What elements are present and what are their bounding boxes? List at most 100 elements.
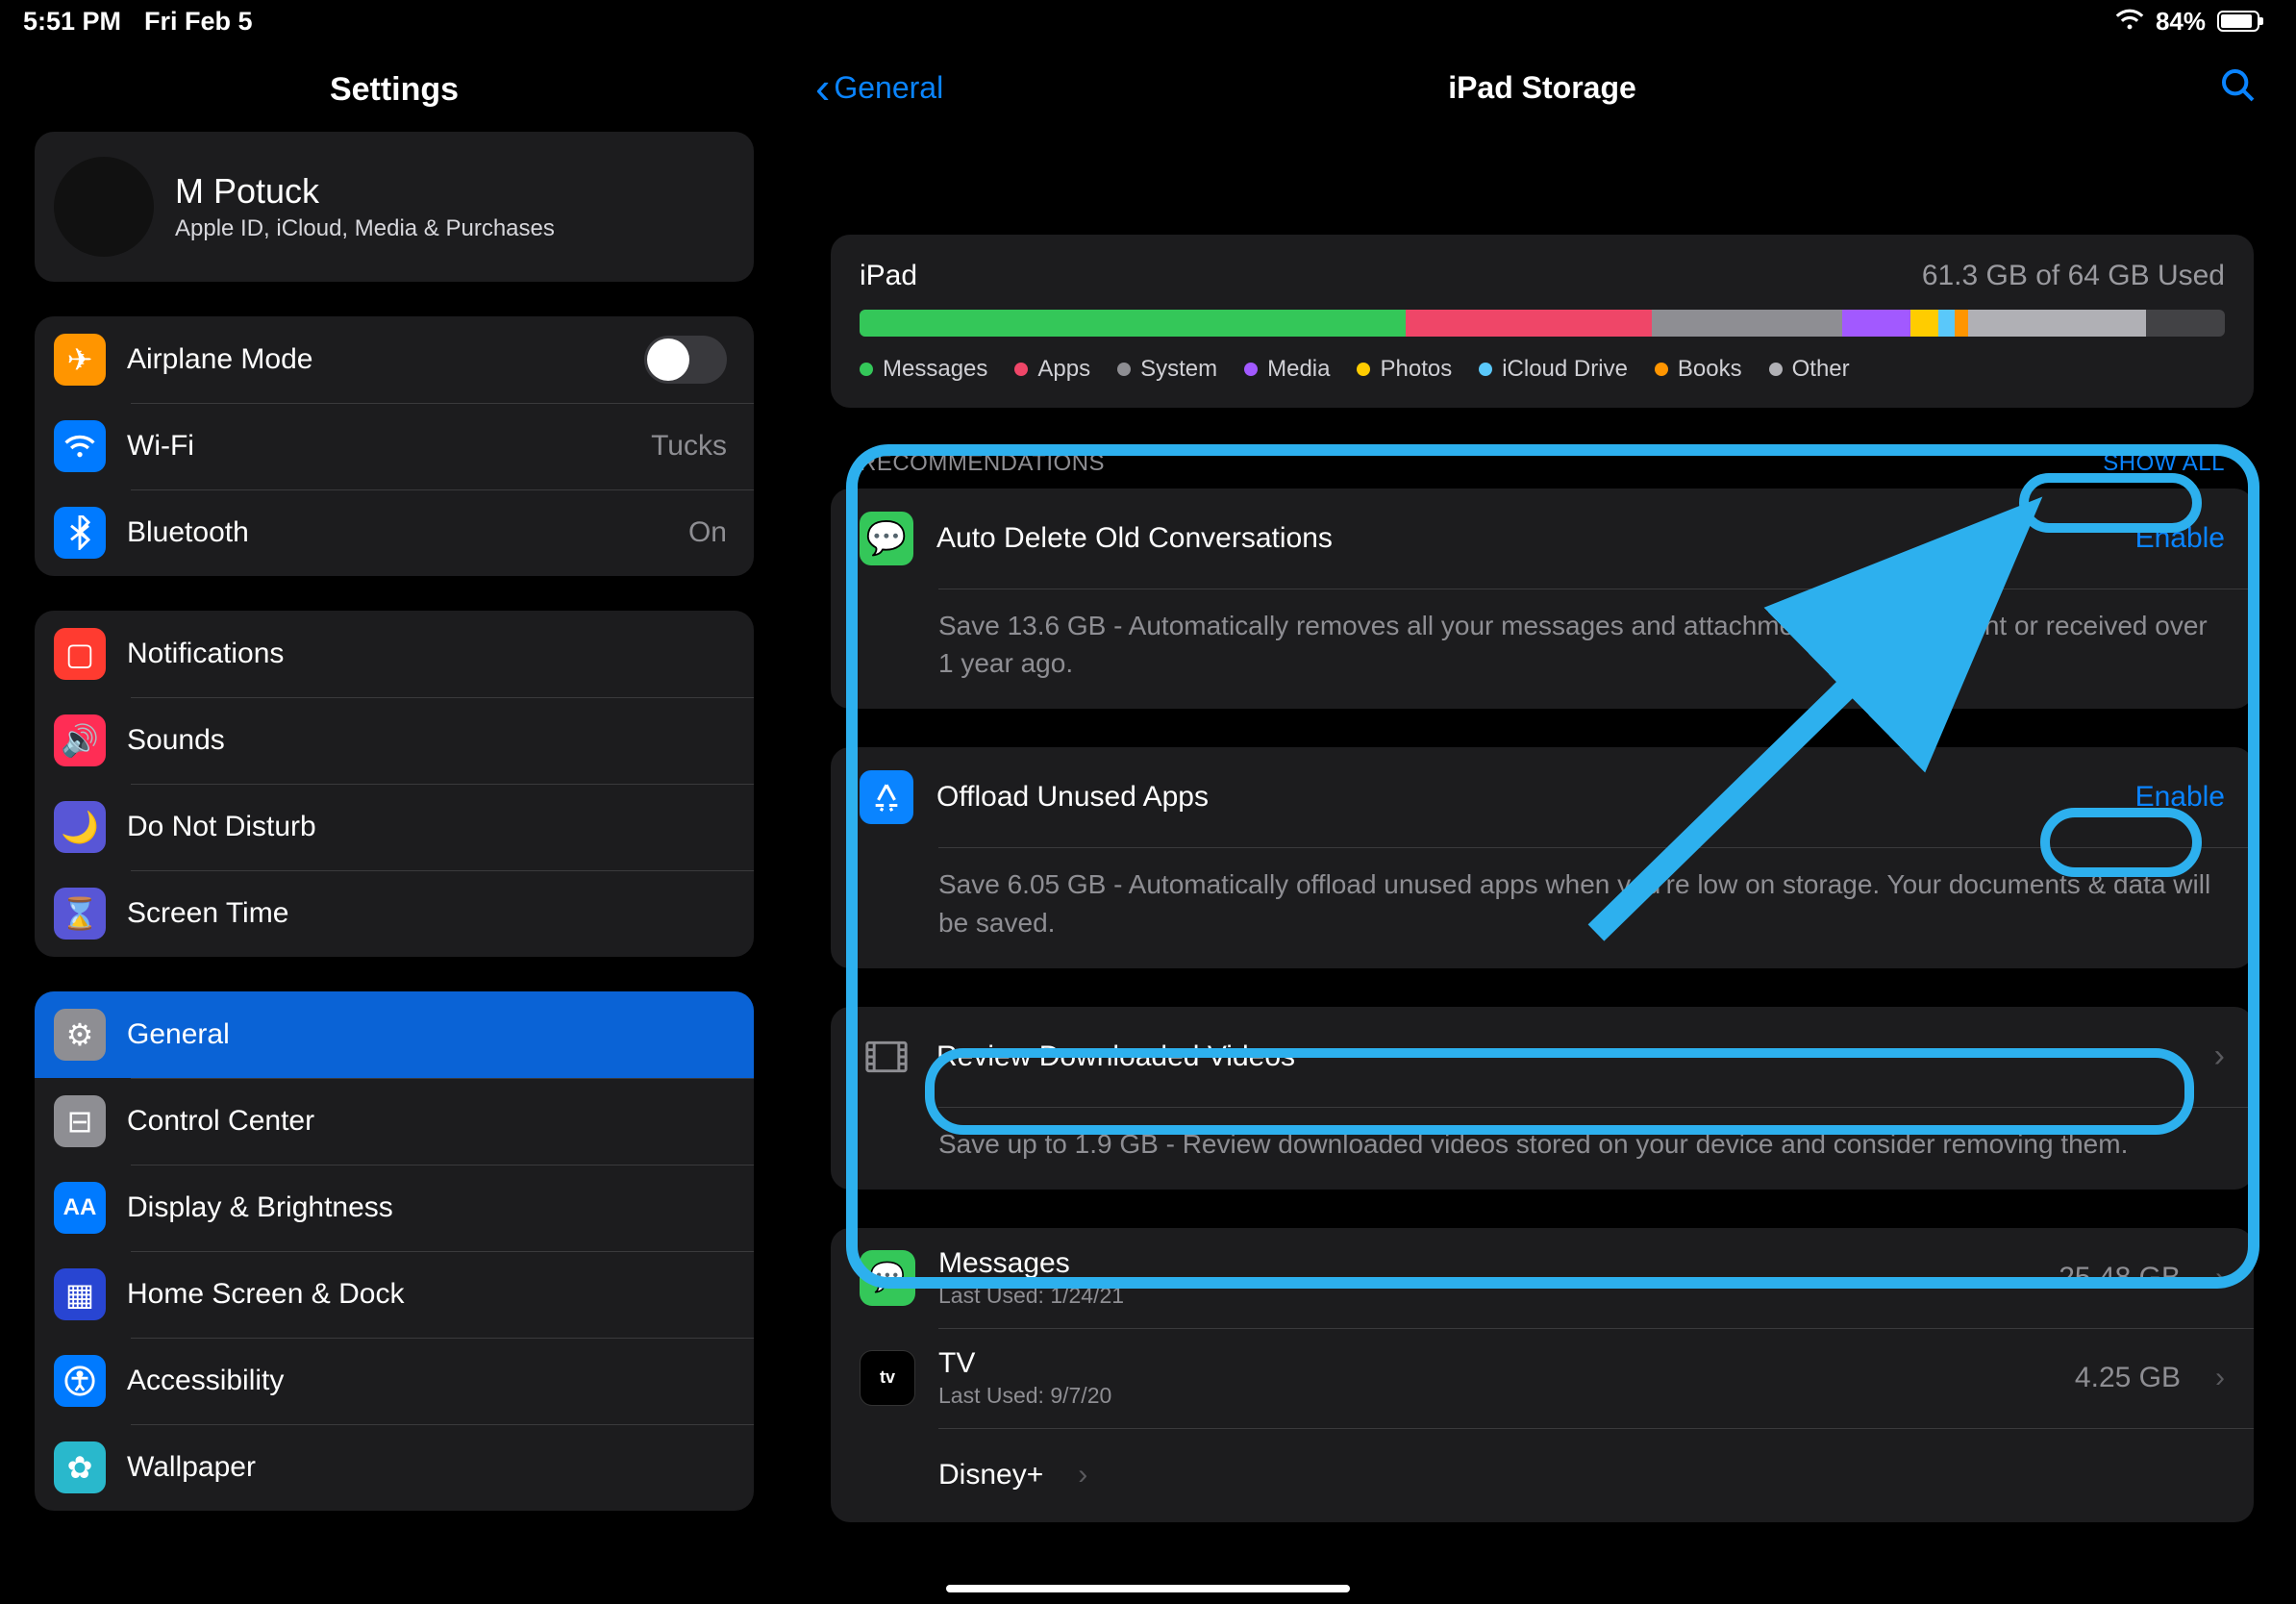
- app-row[interactable]: Disney+ ›: [831, 1428, 2254, 1522]
- control-center-label: Control Center: [127, 1105, 314, 1138]
- notifications-icon: ▢: [54, 628, 106, 680]
- page-title: iPad Storage: [788, 70, 2296, 106]
- chevron-right-icon: ›: [2215, 1262, 2225, 1294]
- home-icon: ▦: [54, 1268, 106, 1320]
- rec-auto-delete-row[interactable]: 💬 Auto Delete Old Conversations Enable: [831, 489, 2254, 589]
- tv-icon: tv: [860, 1350, 915, 1406]
- airplane-icon: ✈: [54, 334, 106, 386]
- app-sub: Last Used: 9/7/20: [938, 1383, 1111, 1409]
- status-date: Fri Feb 5: [144, 7, 253, 37]
- screentime-label: Screen Time: [127, 897, 288, 930]
- status-bar: 5:51 PM Fri Feb 5 84%: [0, 0, 2296, 42]
- sounds-row[interactable]: 🔊 Sounds: [35, 697, 754, 784]
- legend-item: Media: [1244, 356, 1330, 383]
- wallpaper-label: Wallpaper: [127, 1451, 256, 1484]
- sounds-label: Sounds: [127, 724, 225, 757]
- general-card: ⚙ General ⊟Control Center AADisplay & Bri…: [35, 991, 754, 1511]
- rec-offload-title: Offload Unused Apps: [936, 781, 1209, 814]
- legend-item: System: [1117, 356, 1217, 383]
- battery-icon: [2217, 11, 2259, 32]
- dnd-row[interactable]: 🌙Do Not Disturb: [35, 784, 754, 870]
- chevron-right-icon: ›: [1078, 1459, 1087, 1491]
- messages-icon: 💬: [860, 1250, 915, 1306]
- accessibility-row[interactable]: Accessibility: [35, 1338, 754, 1424]
- app-name: TV: [938, 1347, 1111, 1380]
- storage-seg-other: [1968, 310, 2146, 337]
- airplane-mode-switch[interactable]: [644, 336, 727, 384]
- general-label: General: [127, 1018, 230, 1051]
- show-all-button[interactable]: SHOW ALL: [2103, 450, 2225, 477]
- chevron-right-icon: ›: [2214, 1038, 2225, 1075]
- app-root: 5:51 PM Fri Feb 5 84% Settings M Po: [0, 0, 2296, 1604]
- dnd-label: Do Not Disturb: [127, 811, 316, 843]
- app-icon: [860, 1447, 915, 1503]
- screentime-row[interactable]: ⌛Screen Time: [35, 870, 754, 957]
- wifi-icon: [2115, 7, 2144, 37]
- notifications-row[interactable]: ▢ Notifications: [35, 611, 754, 697]
- legend-item: Apps: [1014, 356, 1090, 383]
- bluetooth-value: On: [688, 516, 727, 549]
- storage-seg-books: [1955, 310, 1968, 337]
- rec-offload-desc: Save 6.05 GB - Automatically offload unu…: [831, 848, 2254, 967]
- display-label: Display & Brightness: [127, 1191, 393, 1224]
- legend-item: Books: [1655, 356, 1742, 383]
- status-time: 5:51 PM: [23, 7, 121, 37]
- rec-videos-desc: Save up to 1.9 GB - Review downloaded vi…: [831, 1108, 2254, 1190]
- wifi-row[interactable]: Wi-Fi Tucks: [35, 403, 754, 489]
- wifi-settings-icon: [54, 420, 106, 472]
- storage-seg-system: [1652, 310, 1843, 337]
- appstore-icon: [860, 770, 913, 824]
- wifi-label: Wi-Fi: [127, 430, 194, 463]
- app-size: 4.25 GB: [2075, 1362, 2181, 1394]
- wifi-value: Tucks: [651, 430, 727, 463]
- chevron-right-icon: ›: [2215, 1362, 2225, 1394]
- profile-name: M Potuck: [175, 171, 555, 212]
- rec-offload-enable[interactable]: Enable: [2135, 781, 2225, 814]
- app-size: 25.48 GB: [2059, 1262, 2181, 1294]
- recommendations-header: Recommendations SHOW ALL: [831, 408, 2254, 489]
- bluetooth-label: Bluetooth: [127, 516, 249, 549]
- avatar: [54, 157, 154, 257]
- legend-item: iCloud Drive: [1479, 356, 1628, 383]
- bluetooth-row[interactable]: Bluetooth On: [35, 489, 754, 576]
- accessibility-icon: [54, 1355, 106, 1407]
- notifications-label: Notifications: [127, 638, 284, 670]
- rec-auto-delete-title: Auto Delete Old Conversations: [936, 522, 1333, 555]
- display-row[interactable]: AADisplay & Brightness: [35, 1165, 754, 1251]
- home-label: Home Screen & Dock: [127, 1278, 404, 1311]
- messages-icon: 💬: [860, 512, 913, 565]
- legend-item: Other: [1769, 356, 1850, 383]
- rec-offload-row[interactable]: Offload Unused Apps Enable: [831, 747, 2254, 847]
- app-name: Messages: [938, 1247, 1124, 1280]
- connectivity-card: ✈ Airplane Mode Wi-Fi Tucks: [35, 316, 754, 576]
- gear-icon: ⚙: [54, 1009, 106, 1061]
- app-row[interactable]: tv TV Last Used: 9/7/20 4.25 GB ›: [831, 1328, 2254, 1428]
- rec-videos-title: Review Downloaded Videos: [936, 1040, 1295, 1073]
- wallpaper-row[interactable]: ✿Wallpaper: [35, 1424, 754, 1511]
- detail-nav: ‹ General iPad Storage: [788, 42, 2296, 129]
- app-name: Disney+: [938, 1459, 1043, 1491]
- profile-card[interactable]: M Potuck Apple ID, iCloud, Media & Purch…: [35, 132, 754, 282]
- app-sub: Last Used: 1/24/21: [938, 1283, 1124, 1309]
- accessibility-label: Accessibility: [127, 1365, 284, 1397]
- airplane-mode-row[interactable]: ✈ Airplane Mode: [35, 316, 754, 403]
- rec-videos-row[interactable]: Review Downloaded Videos ›: [831, 1007, 2254, 1107]
- battery-percent: 84%: [2156, 7, 2206, 37]
- recommendation-auto-delete: 💬 Auto Delete Old Conversations Enable S…: [831, 489, 2254, 709]
- legend-item: Messages: [860, 356, 987, 383]
- recommendations-label: Recommendations: [860, 450, 1105, 477]
- notifications-card: ▢ Notifications 🔊 Sounds 🌙Do Not Disturb ⌛…: [35, 611, 754, 957]
- home-indicator[interactable]: [946, 1585, 1350, 1592]
- storage-summary-card: iPad 61.3 GB of 64 GB Used MessagesAppsS…: [831, 235, 2254, 408]
- rec-auto-delete-enable[interactable]: Enable: [2135, 522, 2225, 555]
- general-row[interactable]: ⚙ General: [35, 991, 754, 1078]
- apps-list: 💬 Messages Last Used: 1/24/21 25.48 GB › tv TV…: [831, 1228, 2254, 1522]
- storage-seg-media: [1842, 310, 1910, 337]
- storage-used-text: 61.3 GB of 64 GB Used: [1922, 260, 2225, 292]
- sounds-icon: 🔊: [54, 714, 106, 766]
- app-row[interactable]: 💬 Messages Last Used: 1/24/21 25.48 GB ›: [831, 1228, 2254, 1328]
- settings-sidebar: Settings M Potuck Apple ID, iCloud, Medi…: [0, 42, 788, 1604]
- storage-seg-icloud-drive: [1938, 310, 1955, 337]
- home-row[interactable]: ▦ Home Screen & Dock: [35, 1251, 754, 1338]
- control-center-row[interactable]: ⊟Control Center: [35, 1078, 754, 1165]
